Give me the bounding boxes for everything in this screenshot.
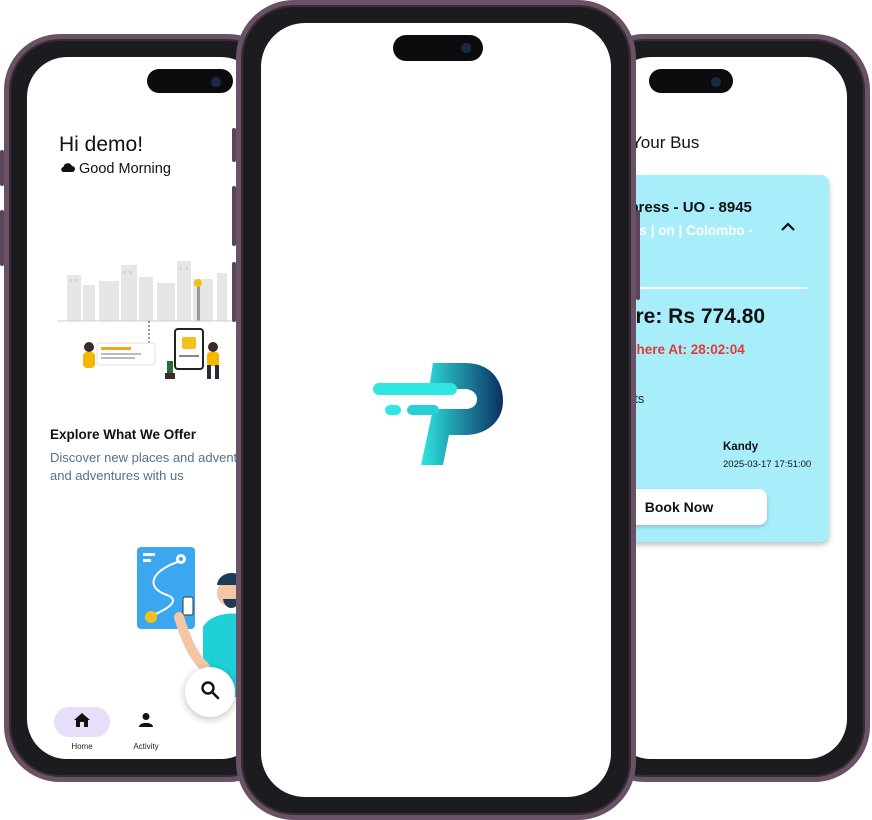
cloud-icon — [59, 161, 75, 177]
weather-greeting: Good Morning — [59, 161, 171, 177]
destination-time: 2025-03-17 17:51:00 — [723, 459, 812, 470]
destination-name: Kandy — [723, 441, 759, 453]
nav-activity[interactable]: Activity — [116, 707, 176, 751]
home-screen: Hi demo! Good Morning Explore What We Of… — [27, 57, 261, 759]
nav-home[interactable]: Home — [52, 707, 112, 751]
good-morning-label: Good Morning — [79, 161, 171, 177]
side-button — [636, 210, 640, 300]
greeting-text: Hi demo! — [59, 133, 144, 156]
search-icon — [200, 680, 220, 705]
person-icon — [138, 712, 154, 733]
explore-title: Explore What We Offer — [50, 427, 197, 442]
nav-home-indicator — [54, 707, 110, 737]
dynamic-island — [393, 35, 483, 61]
nav-activity-indicator — [118, 707, 174, 737]
explore-description: Discover new places and adventures new p… — [50, 450, 261, 483]
nav-activity-label: Activity — [133, 742, 159, 751]
dynamic-island — [147, 69, 233, 93]
splash-screen — [261, 23, 611, 797]
app-logo — [373, 363, 503, 465]
card-divider — [611, 287, 807, 289]
page-title: Your Bus — [631, 133, 700, 152]
home-icon — [73, 712, 91, 733]
city-illustration — [57, 261, 261, 379]
nav-home-label: Home — [71, 742, 93, 751]
bus-details-screen: Your Bus Express - UO - 8945 Seats | on … — [611, 57, 847, 759]
bottom-navigation: Home Activity — [27, 707, 261, 759]
phone-center — [236, 0, 636, 820]
chevron-up-icon[interactable] — [781, 219, 795, 237]
bus-card: Express - UO - 8945 Seats | on | Colombo… — [611, 175, 829, 542]
dynamic-island — [649, 69, 733, 93]
